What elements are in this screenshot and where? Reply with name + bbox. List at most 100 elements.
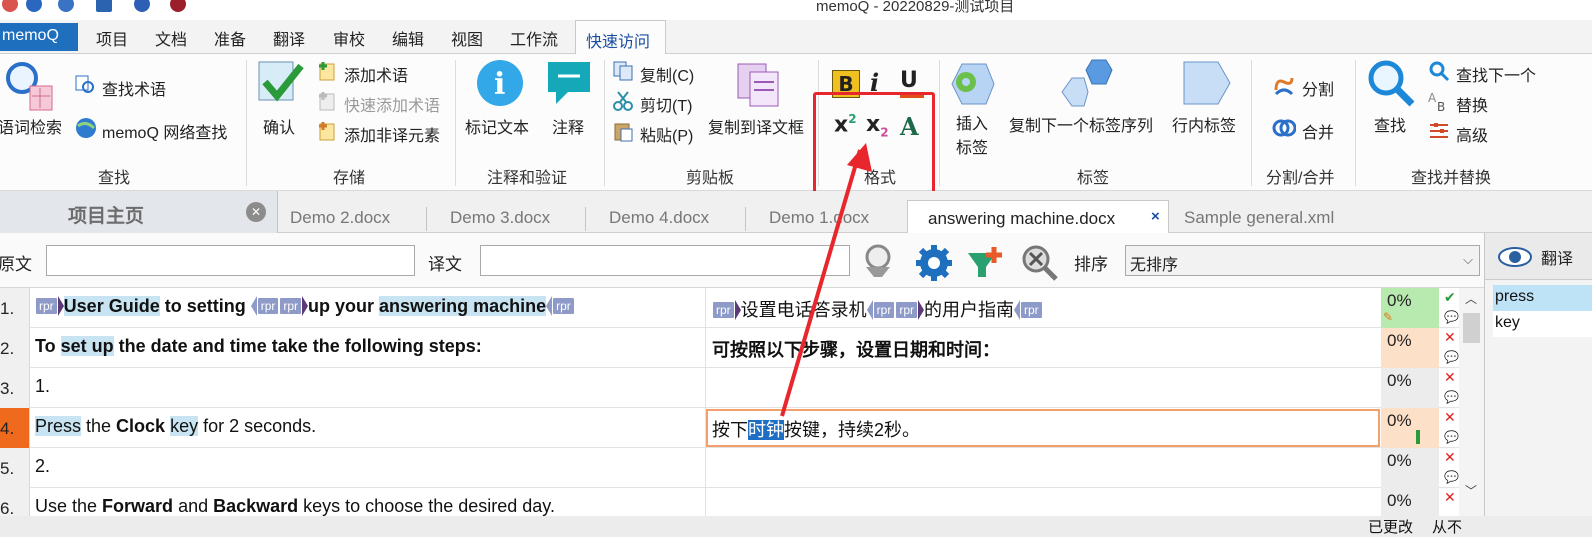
- user-icon[interactable]: [170, 0, 186, 12]
- advanced-label[interactable]: 高级: [1456, 122, 1488, 146]
- menu-prepare[interactable]: 准备: [214, 26, 246, 50]
- filter-icon[interactable]: [860, 243, 900, 283]
- table-row[interactable]: 3. 1. 0% ✕ 💬: [0, 368, 1484, 408]
- settings-icon[interactable]: [58, 0, 74, 12]
- split-label[interactable]: 分割: [1302, 76, 1334, 100]
- find-next-icon[interactable]: [1428, 60, 1450, 82]
- source-segment[interactable]: 2.: [35, 456, 50, 477]
- list-item[interactable]: key: [1493, 311, 1592, 337]
- insert-tag-label-2[interactable]: 标签: [956, 134, 988, 158]
- add-nontranslatable-label[interactable]: 添加非译元素: [344, 122, 440, 146]
- cut-icon[interactable]: [612, 90, 634, 112]
- tab-project-home[interactable]: 项目主页 ✕: [0, 191, 278, 233]
- web-search-icon[interactable]: [74, 116, 98, 140]
- add-term-label[interactable]: 添加术语: [344, 62, 408, 86]
- inline-tag-icon[interactable]: [1182, 58, 1232, 108]
- tab-sample-general[interactable]: Sample general.xml: [1184, 208, 1334, 228]
- find-icon[interactable]: [1366, 58, 1416, 108]
- target-segment[interactable]: rpr 设置电话答录机 rpr rpr 的用户指南 rpr: [712, 296, 1043, 322]
- split-icon[interactable]: [1272, 74, 1296, 98]
- tab-answering-machine[interactable]: answering machine.docx ×: [907, 200, 1169, 234]
- find-term-icon[interactable]: [74, 74, 96, 96]
- target-filter-input[interactable]: [480, 245, 850, 276]
- advanced-icon[interactable]: [1428, 120, 1450, 142]
- mark-text-icon[interactable]: i: [475, 58, 525, 108]
- table-row[interactable]: 4. Press the Clock key for 2 seconds. 按下…: [0, 408, 1484, 448]
- replace-icon[interactable]: AB: [1428, 90, 1450, 112]
- source-segment[interactable]: To set up the date and time take the fol…: [35, 336, 482, 357]
- tab-demo-1[interactable]: Demo 1.docx: [769, 208, 869, 228]
- menu-view[interactable]: 视图: [451, 26, 483, 50]
- app-icon[interactable]: [2, 0, 18, 12]
- save-icon[interactable]: [96, 0, 112, 12]
- comment-icon[interactable]: [546, 58, 594, 106]
- menu-project[interactable]: 项目: [96, 26, 128, 50]
- source-segment[interactable]: 1.: [35, 376, 50, 397]
- paste-icon[interactable]: [612, 120, 634, 142]
- menu-workflow[interactable]: 工作流: [510, 26, 558, 50]
- add-term-icon[interactable]: [316, 60, 338, 82]
- term-search-icon[interactable]: [2, 60, 54, 112]
- copy-next-tag-label[interactable]: 复制下一个标签序列: [1009, 112, 1153, 136]
- table-row[interactable]: 2. To set up the date and time take the …: [0, 328, 1484, 368]
- scroll-up-icon[interactable]: ︿: [1465, 290, 1477, 307]
- mark-text-label[interactable]: 标记文本: [465, 114, 529, 138]
- source-filter-input[interactable]: [46, 245, 415, 276]
- settings-gear-icon[interactable]: [914, 243, 954, 283]
- source-segment[interactable]: rpr User Guide to setting rpr rpr up your a…: [35, 296, 575, 317]
- scroll-thumb[interactable]: [1463, 313, 1480, 343]
- term-search-label[interactable]: 语词检索: [0, 114, 62, 138]
- target-segment[interactable]: 可按照以下步骤，设置日期和时间：: [712, 336, 1000, 362]
- comment-bubble-icon[interactable]: 💬: [1444, 390, 1459, 404]
- list-item[interactable]: press: [1493, 285, 1592, 311]
- copy-to-target-label[interactable]: 复制到译文框: [708, 114, 804, 138]
- grid-scrollbar[interactable]: ︿ ﹀: [1459, 288, 1484, 516]
- menu-document[interactable]: 文档: [155, 26, 187, 50]
- find-term-label[interactable]: 查找术语: [102, 76, 166, 100]
- zoom-icon[interactable]: [1020, 243, 1060, 283]
- find-next-label[interactable]: 查找下一个: [1456, 62, 1536, 86]
- find-label[interactable]: 查找: [1374, 112, 1406, 136]
- eye-icon[interactable]: [1497, 245, 1533, 269]
- confirm-label[interactable]: 确认: [263, 114, 295, 138]
- comment-bubble-icon[interactable]: 💬: [1444, 350, 1459, 364]
- web-search-label[interactable]: memoQ 网络查找: [102, 119, 227, 143]
- sort-dropdown[interactable]: 无排序 ⌵: [1125, 245, 1480, 276]
- join-icon[interactable]: [1272, 116, 1296, 140]
- comment-bubble-icon[interactable]: 💬: [1444, 470, 1459, 484]
- copy-to-target-icon[interactable]: [734, 60, 784, 110]
- close-icon[interactable]: ✕: [246, 202, 266, 222]
- menu-review[interactable]: 审校: [333, 26, 365, 50]
- cut-label[interactable]: 剪切(T): [640, 92, 692, 116]
- options-icon[interactable]: [134, 0, 150, 12]
- source-segment[interactable]: Press the Clock key for 2 seconds.: [35, 416, 316, 437]
- help-icon[interactable]: [26, 0, 42, 12]
- comment-bubble-icon[interactable]: 💬: [1444, 310, 1459, 324]
- add-nontranslatable-icon[interactable]: [316, 120, 338, 142]
- table-row[interactable]: 5. 2. 0% ✕ 💬: [0, 448, 1484, 488]
- copy-label[interactable]: 复制(C): [640, 62, 694, 86]
- menu-edit[interactable]: 编辑: [392, 26, 424, 50]
- inline-tag-label[interactable]: 行内标签: [1172, 112, 1236, 136]
- source-segment[interactable]: Use the Forward and Backward keys to cho…: [35, 496, 555, 516]
- copy-icon[interactable]: [612, 60, 634, 82]
- target-segment[interactable]: 按下时钟按键，持续2秒。: [712, 416, 920, 442]
- comment-bubble-icon[interactable]: 💬: [1444, 430, 1459, 444]
- paste-label[interactable]: 粘贴(P): [640, 122, 693, 146]
- confirm-icon[interactable]: [255, 58, 305, 108]
- tab-close-icon[interactable]: ×: [1151, 208, 1160, 225]
- replace-label[interactable]: 替换: [1456, 92, 1488, 116]
- menu-translate[interactable]: 翻译: [273, 26, 305, 50]
- copy-next-tag-icon[interactable]: [1058, 58, 1114, 108]
- insert-tag-label-1[interactable]: 插入: [956, 110, 988, 134]
- menu-quick-access[interactable]: 快速访问: [575, 20, 666, 55]
- add-filter-icon[interactable]: [966, 243, 1006, 283]
- menu-memoq-button[interactable]: memoQ: [0, 23, 78, 51]
- comment-label[interactable]: 注释: [552, 114, 584, 138]
- insert-tag-icon[interactable]: [946, 60, 996, 108]
- tab-demo-4[interactable]: Demo 4.docx: [609, 208, 709, 228]
- table-row[interactable]: 1. rpr User Guide to setting rpr rpr up you…: [0, 288, 1484, 328]
- tab-demo-3[interactable]: Demo 3.docx: [450, 208, 550, 228]
- scroll-down-icon[interactable]: ﹀: [1465, 482, 1477, 499]
- join-label[interactable]: 合并: [1302, 119, 1334, 143]
